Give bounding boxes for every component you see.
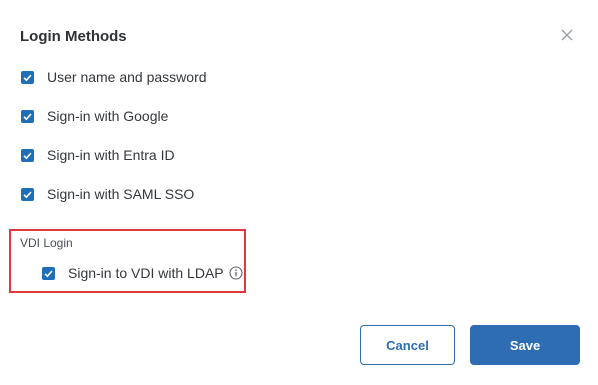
info-icon[interactable] [229, 266, 243, 280]
checkbox-entra-id[interactable] [21, 148, 34, 162]
checkmark-icon [23, 73, 32, 81]
option-vdi-ldap[interactable]: Sign-in to VDI with LDAP [42, 265, 243, 281]
cancel-button[interactable]: Cancel [360, 325, 455, 365]
dialog-title: Login Methods [20, 28, 127, 45]
vdi-section-title: VDI Login [20, 236, 73, 250]
login-methods-dialog: Login Methods User name and password Sig… [0, 0, 598, 385]
option-label: Sign-in with Entra ID [47, 147, 175, 163]
checkbox-username-password[interactable] [21, 70, 34, 84]
close-button[interactable] [558, 26, 576, 44]
option-label: Sign-in with SAML SSO [47, 186, 195, 202]
checkmark-icon [44, 269, 53, 277]
checkmark-icon [23, 190, 32, 198]
checkbox-google[interactable] [21, 109, 34, 123]
option-label: User name and password [47, 69, 207, 85]
option-label: Sign-in with Google [47, 108, 169, 124]
checkbox-vdi-ldap[interactable] [42, 266, 55, 280]
save-button[interactable]: Save [470, 325, 580, 365]
checkbox-saml-sso[interactable] [21, 187, 34, 201]
option-entra-id[interactable]: Sign-in with Entra ID [21, 147, 175, 163]
option-label: Sign-in to VDI with LDAP [68, 265, 224, 281]
checkmark-icon [23, 112, 32, 120]
option-google[interactable]: Sign-in with Google [21, 108, 168, 124]
checkmark-icon [23, 151, 32, 159]
option-username-password[interactable]: User name and password [21, 69, 207, 85]
option-saml-sso[interactable]: Sign-in with SAML SSO [21, 186, 194, 202]
close-icon [561, 29, 573, 41]
